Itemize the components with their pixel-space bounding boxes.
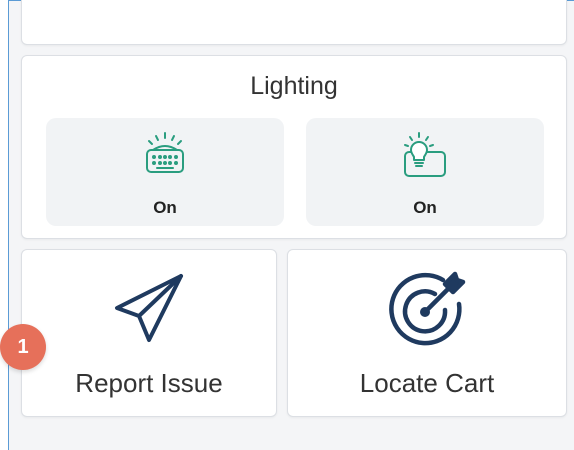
- bulb-light-icon: [306, 128, 544, 184]
- controls-panel: Lighting On On Report Issue Locate Cart: [8, 0, 574, 450]
- bulb-light-state: On: [413, 198, 437, 217]
- bulb-light-toggle[interactable]: On: [306, 118, 544, 226]
- keyboard-light-icon: [46, 128, 284, 184]
- locate-cart-label: Locate Cart: [359, 368, 495, 398]
- report-issue-label: Report Issue: [75, 368, 223, 398]
- keyboard-light-toggle[interactable]: On: [46, 118, 284, 226]
- send-icon: [22, 268, 276, 352]
- locate-cart-button[interactable]: Locate Cart: [287, 249, 567, 417]
- lighting-card: Lighting On On: [21, 55, 567, 239]
- report-issue-button[interactable]: Report Issue: [21, 249, 277, 417]
- step-badge: 1: [0, 324, 46, 370]
- target-icon: [288, 268, 566, 352]
- lighting-title: Lighting: [250, 72, 338, 100]
- top-card: [21, 0, 567, 45]
- keyboard-light-state: On: [153, 198, 177, 217]
